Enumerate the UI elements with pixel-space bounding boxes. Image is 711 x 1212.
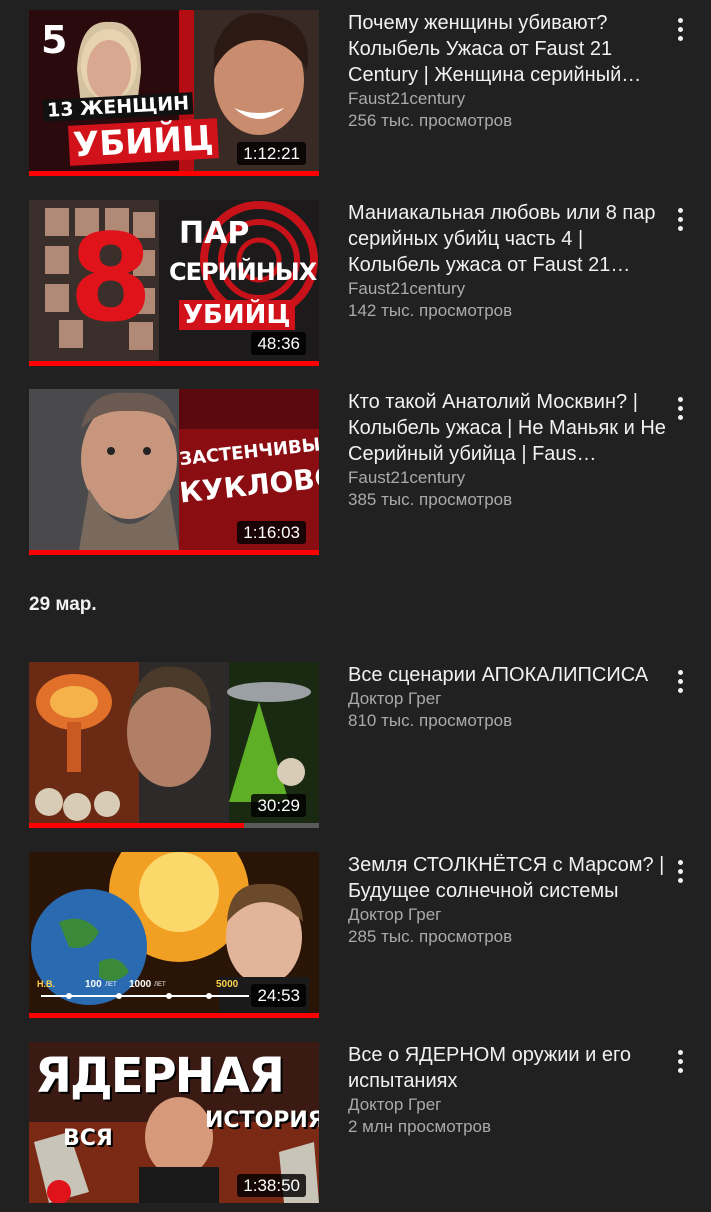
video-duration: 48:36 [251,332,306,355]
video-thumbnail[interactable]: 30:29 [29,662,319,823]
video-title[interactable]: Все о ЯДЕРНОМ оружии и его испытаниях [348,1042,668,1094]
video-title[interactable]: Земля СТОЛКНЁТСЯ с Марсом? | Будущее сол… [348,852,668,904]
view-count: 385 тыс. просмотров [348,490,513,509]
video-info[interactable]: Все сценарии АПОКАЛИПСИСА Доктор Грег 81… [348,662,668,732]
video-duration: 1:12:21 [237,142,306,165]
view-count: 256 тыс. просмотров [348,111,513,130]
video-duration: 24:53 [251,984,306,1007]
watch-progress-bar [29,171,319,176]
timeline-label: ЛЕТ [105,982,117,988]
channel-name[interactable]: Faust21century [348,467,668,489]
channel-name[interactable]: Faust21century [348,278,668,300]
watch-progress-fill [29,550,319,555]
thumb-text-line2: ВСЯ [63,1126,113,1151]
view-count: 810 тыс. просмотров [348,711,513,730]
video-thumbnail[interactable]: ЗАСТЕНЧИВЫЙ КУКЛОВОД 1:16:03 [29,389,319,550]
view-count: 142 тыс. просмотров [348,301,513,320]
video-info[interactable]: Кто такой Анатолий Москвин? | Колыбель у… [348,389,668,511]
video-thumbnail[interactable]: 5 13 ЖЕНЩИН УБИЙЦ 1:12:21 [29,10,319,171]
watch-progress-fill [29,171,319,176]
timeline-label: Н.В. [37,979,55,989]
watch-progress-bar [29,361,319,366]
watch-progress-fill [29,1013,319,1018]
video-title[interactable]: Кто такой Анатолий Москвин? | Колыбель у… [348,389,668,467]
thumb-text-line2: СЕРИЙНЫХ [169,258,317,286]
video-title[interactable]: Маниакальная любовь или 8 пар серийных у… [348,200,668,278]
video-thumbnail[interactable]: Н.В. 100 ЛЕТ 1000 ЛЕТ 5000 24:53 [29,852,319,1013]
video-item[interactable]: 8 ПАР СЕРИЙНЫХ УБИЙЦ 48:36 Маниакальная … [0,200,711,370]
view-count: 285 тыс. просмотров [348,927,513,946]
timeline-label: 5000 [216,979,239,990]
channel-name[interactable]: Доктор Грег [348,688,668,710]
video-thumbnail[interactable]: 8 ПАР СЕРИЙНЫХ УБИЙЦ 48:36 [29,200,319,361]
watch-progress-fill [29,361,319,366]
watch-progress-bar [29,550,319,555]
more-options-icon[interactable] [669,666,691,696]
thumb-text-line2: УБИЙЦ [68,118,219,166]
video-item[interactable]: ЗАСТЕНЧИВЫЙ КУКЛОВОД 1:16:03 Кто такой А… [0,389,711,559]
more-options-icon[interactable] [669,856,691,886]
view-count: 2 млн просмотров [348,1117,492,1136]
more-options-icon[interactable] [669,204,691,234]
timeline-label: 100 [85,979,102,990]
more-options-icon[interactable] [669,1046,691,1076]
thumb-text-number: 8 [69,210,153,349]
thumb-text-line3: ИСТОРИЯ [205,1108,319,1133]
video-item[interactable]: ЯДЕРНАЯ ВСЯ ИСТОРИЯ 1:38:50 Все о ЯДЕРНО… [0,1042,711,1212]
video-title[interactable]: Все сценарии АПОКАЛИПСИСА [348,662,668,688]
video-item[interactable]: Н.В. 100 ЛЕТ 1000 ЛЕТ 5000 24:53 Земля С… [0,852,711,1022]
thumb-text-line1: ПАР [179,216,250,251]
channel-name[interactable]: Доктор Грег [348,904,668,926]
more-options-icon[interactable] [669,393,691,423]
video-title[interactable]: Почему женщины убивают? Колыбель Ужаса о… [348,10,668,88]
video-info[interactable]: Земля СТОЛКНЁТСЯ с Марсом? | Будущее сол… [348,852,668,948]
video-info[interactable]: Почему женщины убивают? Колыбель Ужаса о… [348,10,668,132]
timeline-label: ЛЕТ [154,982,166,988]
timeline-label: 1000 [129,979,152,990]
watch-progress-bar [29,823,319,828]
more-options-icon[interactable] [669,14,691,44]
channel-name[interactable]: Доктор Грег [348,1094,668,1116]
date-header: 29 мар. [29,594,97,615]
video-info[interactable]: Маниакальная любовь или 8 пар серийных у… [348,200,668,322]
video-item[interactable]: 5 13 ЖЕНЩИН УБИЙЦ 1:12:21 Почему женщины… [0,10,711,180]
video-thumbnail[interactable]: ЯДЕРНАЯ ВСЯ ИСТОРИЯ 1:38:50 [29,1042,319,1203]
watch-progress-fill [29,823,244,828]
video-duration: 1:38:50 [237,1174,306,1197]
channel-name[interactable]: Faust21century [348,88,668,110]
watch-progress-bar [29,1013,319,1018]
thumb-text-line3: УБИЙЦ [179,300,295,330]
thumb-text-line1: ЯДЕРНАЯ [35,1048,285,1104]
video-item[interactable]: 30:29 Все сценарии АПОКАЛИПСИСА Доктор Г… [0,662,711,832]
video-info[interactable]: Все о ЯДЕРНОМ оружии и его испытаниях До… [348,1042,668,1138]
thumb-text-number: 5 [41,18,68,62]
video-duration: 1:16:03 [237,521,306,544]
video-duration: 30:29 [251,794,306,817]
